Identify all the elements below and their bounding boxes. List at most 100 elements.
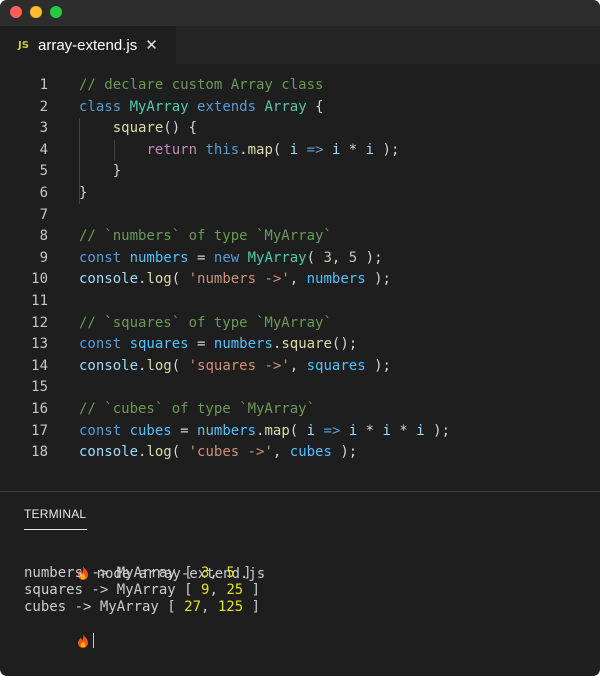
panel-divider xyxy=(0,491,600,492)
code-token: // declare custom Array class xyxy=(79,77,324,93)
code-token: ); xyxy=(331,444,358,461)
line-number: 8 xyxy=(39,228,48,245)
code-text: // `numbers` of type `MyArray` xyxy=(79,226,332,248)
code-line: 14 console.log( 'squares ->', squares ); xyxy=(0,356,600,378)
code-line: 15 xyxy=(0,377,600,399)
code-token: , xyxy=(289,271,307,288)
output-value: 27 xyxy=(184,599,202,615)
code-token: , xyxy=(289,357,307,374)
line-number: 7 xyxy=(39,206,48,223)
code-text: } xyxy=(79,183,87,205)
code-line: 9 const numbers = new MyArray( 3, 5 ); xyxy=(0,248,600,270)
code-line: 7 xyxy=(0,205,600,227)
output-bracket: ] xyxy=(243,599,261,615)
output-bracket: ] xyxy=(234,565,252,581)
terminal-output-line: numbers -> MyArray [ 3, 5 ] xyxy=(24,565,252,581)
code-line: 5 } xyxy=(0,161,600,183)
code-line: 2 class MyArray extends Array { xyxy=(0,97,600,119)
code-token: // `squares` of type `MyArray` xyxy=(79,314,332,331)
code-token: MyArray xyxy=(129,98,189,115)
code-token: MyArray xyxy=(247,249,307,266)
code-line: 8 // `numbers` of type `MyArray` xyxy=(0,226,600,248)
terminal-tab[interactable]: TERMINAL xyxy=(24,507,86,521)
code-editor[interactable]: 1 // declare custom Array class 2 class MyA… xyxy=(0,75,600,475)
code-token: 'cubes ->' xyxy=(188,444,273,461)
code-line: 12 // `squares` of type `MyArray` xyxy=(0,313,600,335)
code-line: 13 const squares = numbers.square(); xyxy=(0,334,600,356)
line-number: 12 xyxy=(31,314,48,331)
code-token: numbers xyxy=(213,336,273,353)
code-token: ( xyxy=(171,357,189,374)
code-token: = xyxy=(188,336,214,353)
code-token: numbers xyxy=(197,422,257,439)
code-token: 5 xyxy=(348,249,358,266)
code-token: = xyxy=(188,249,214,266)
minimize-window-button[interactable] xyxy=(30,6,42,18)
tab-filename: array-extend.js xyxy=(38,36,138,54)
terminal-panel[interactable]: node array-extend.js numbers -> MyArray … xyxy=(24,548,265,648)
terminal-command-line: node array-extend.js xyxy=(24,548,265,582)
code-text: return this.map( i => i * i ); xyxy=(79,140,399,162)
code-token: } xyxy=(79,163,122,180)
code-token: => xyxy=(306,141,324,158)
code-token: console xyxy=(79,271,139,288)
code-line: 17 const cubes = numbers.map( i => i * i … xyxy=(0,421,600,443)
code-text: // `squares` of type `MyArray` xyxy=(79,313,332,335)
close-window-button[interactable] xyxy=(10,6,22,18)
code-token: numbers xyxy=(306,271,366,288)
code-token: , xyxy=(331,249,349,266)
code-token: ( xyxy=(289,422,307,439)
code-text: const numbers = new MyArray( 3, 5 ); xyxy=(79,248,383,270)
editor-window: JS array-extend.js ✕ 1 // declare custom … xyxy=(0,0,600,676)
code-line: 6} xyxy=(0,183,600,205)
code-token: (); xyxy=(331,336,358,353)
terminal-output-line: squares -> MyArray [ 9, 25 ] xyxy=(24,582,261,598)
close-tab-icon[interactable]: ✕ xyxy=(145,36,158,54)
code-token: ); xyxy=(365,357,391,374)
code-token: log xyxy=(146,444,172,461)
line-number: 14 xyxy=(31,357,48,374)
code-text: class MyArray extends Array { xyxy=(79,97,324,119)
code-token: i xyxy=(348,422,358,439)
code-token: // `numbers` of type `MyArray` xyxy=(79,228,332,245)
code-token: ( xyxy=(306,249,324,266)
code-line: 4 return this.map( i => i * i ); xyxy=(0,140,600,162)
output-value: 125 xyxy=(217,599,244,615)
code-token: } xyxy=(79,184,88,201)
code-text: console.log( 'squares ->', squares ); xyxy=(79,356,391,378)
line-number: 18 xyxy=(31,444,48,461)
line-number: 3 xyxy=(39,120,48,137)
code-token: square xyxy=(112,120,164,137)
code-text: console.log( 'cubes ->', cubes ); xyxy=(79,442,357,464)
tab-array-extend[interactable]: JS array-extend.js ✕ xyxy=(0,26,176,64)
code-line: 16 // `cubes` of type `MyArray` xyxy=(0,399,600,421)
code-text: const cubes = numbers.map( i => i * i * … xyxy=(79,421,450,443)
line-number: 15 xyxy=(31,379,48,396)
zoom-window-button[interactable] xyxy=(50,6,62,18)
code-token: log xyxy=(146,357,172,374)
output-label: numbers -> MyArray [ xyxy=(24,565,202,581)
line-number: 5 xyxy=(39,163,48,180)
code-token: extends xyxy=(197,98,257,115)
code-token: { xyxy=(306,98,324,115)
code-text: console.log( 'numbers ->', numbers ); xyxy=(79,269,391,291)
code-line: 11 xyxy=(0,291,600,313)
code-token: ( xyxy=(171,444,189,461)
line-number: 11 xyxy=(31,292,48,309)
code-token: i xyxy=(289,141,299,158)
line-number: 4 xyxy=(39,141,48,158)
code-token: i xyxy=(306,422,316,439)
code-line: 1 // declare custom Array class xyxy=(0,75,600,97)
terminal-output-line: cubes -> MyArray [ 27, 125 ] xyxy=(24,599,261,615)
line-number: 6 xyxy=(39,184,48,201)
output-value: 9 xyxy=(201,582,210,598)
code-token: 3 xyxy=(323,249,332,266)
line-number: 16 xyxy=(31,400,48,417)
code-line: 3 square() { xyxy=(0,118,600,140)
code-token: this xyxy=(205,141,240,158)
code-token: () { xyxy=(163,120,198,137)
code-token: ); xyxy=(357,249,383,266)
